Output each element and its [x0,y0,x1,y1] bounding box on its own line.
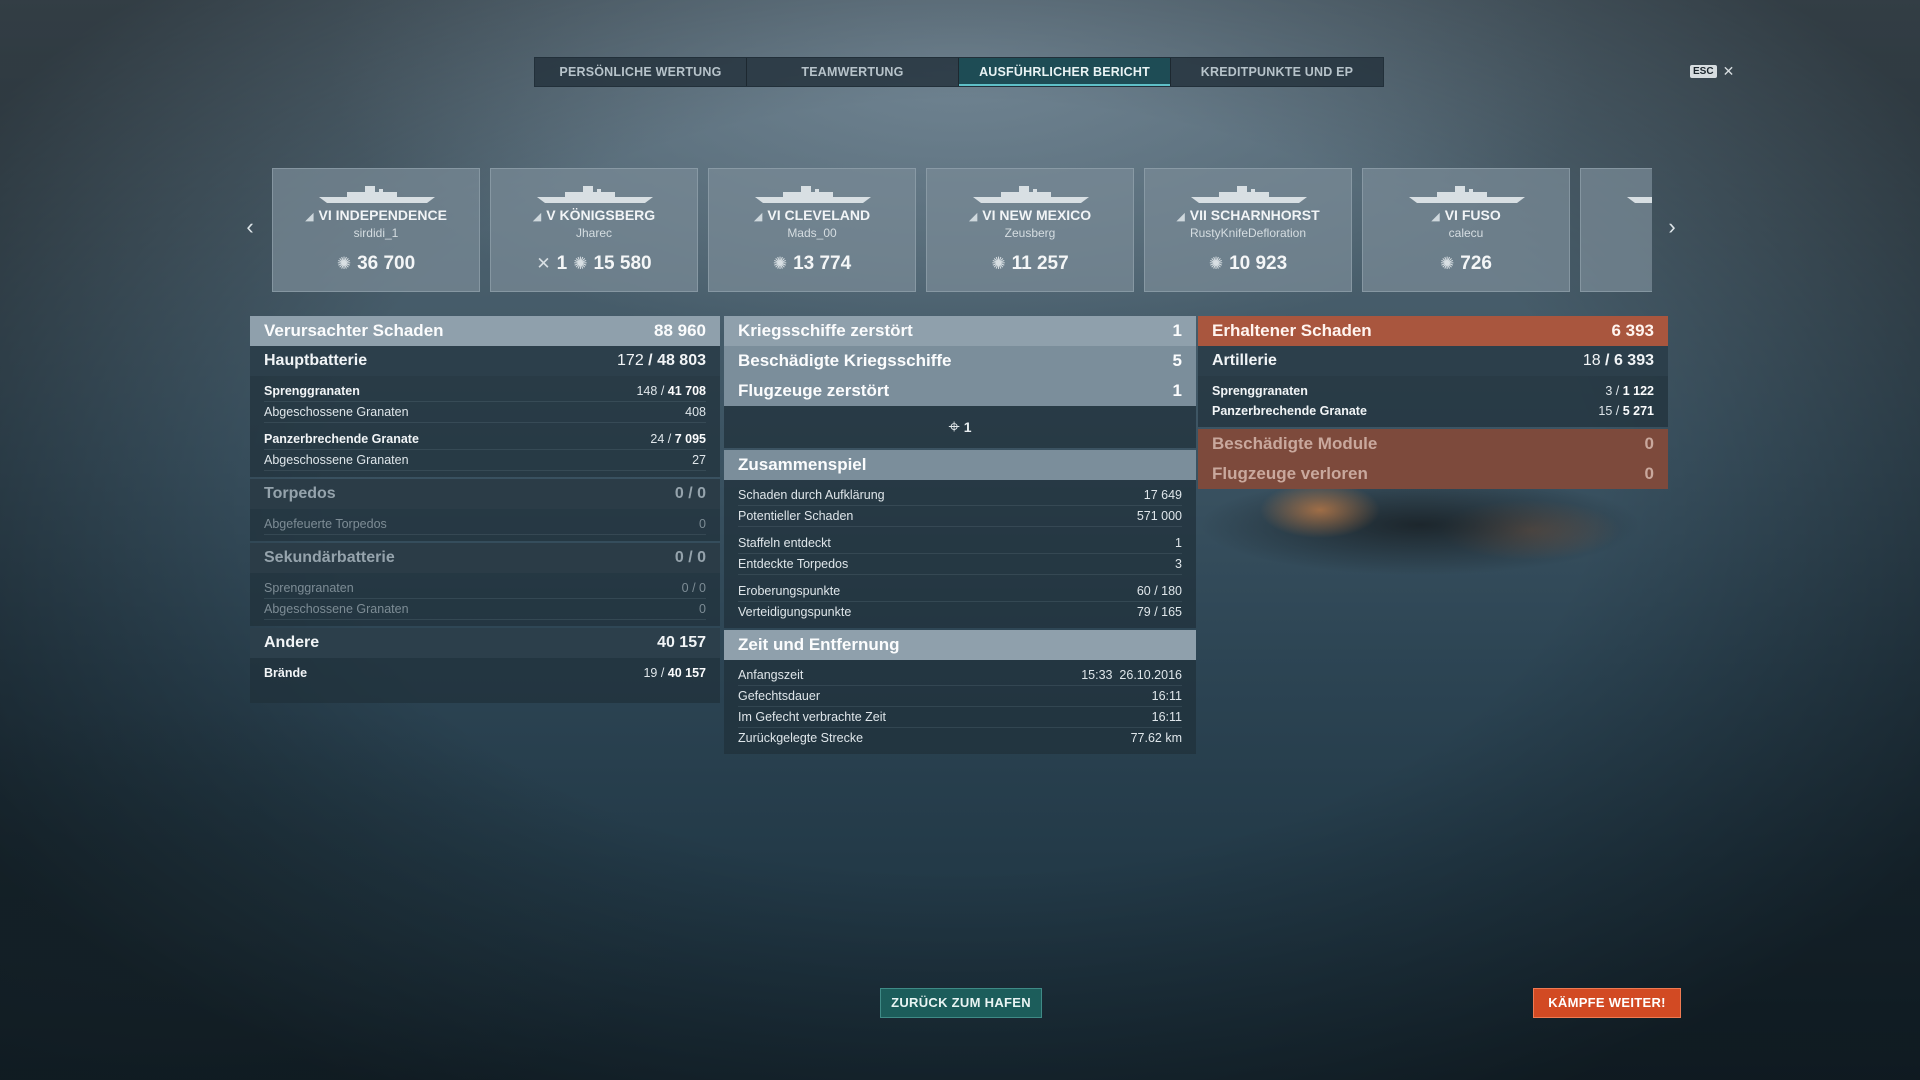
planes-destroyed-icons: ⌖ 1 [724,406,1196,448]
damage-dealt-panel: Verursachter Schaden 88 960 Hauptbatterie… [250,316,720,703]
secondary-battery-header: Sekundärbatterie 0 / 0 [250,543,720,573]
stat-row: Entdeckte Torpedos 3 [738,554,1182,575]
carrier-icon: ◢ [305,211,314,223]
battleship-icon: ◢ [1176,211,1185,223]
cruiser-icon: ◢ [532,211,542,223]
other-damage-details: Brände 19 / 40 157 [250,658,720,703]
damage-icon: ✺ [1440,254,1455,273]
ship-card[interactable]: ◢VI [1580,168,1652,292]
carousel-next-icon[interactable]: › [1662,214,1682,240]
ship-card[interactable]: ◢ V KÖNIGSBERG Jharec ✕ 1 ✺ 15 580 [490,168,698,292]
stat-row: Sprenggranaten 0 / 0 [264,578,706,599]
damage-dealt-header: Verursachter Schaden 88 960 [250,316,720,346]
stat-row: Sprenggranaten 148 / 41 708 [264,381,706,402]
stat-row: Abgeschossene Granaten 0 [264,599,706,620]
stat-row: Sprenggranaten 3 / 1 122 [1212,384,1654,398]
damage-received-panel: Erhaltener Schaden 6 393 Artillerie 18 / … [1198,316,1668,489]
battleship-icon: ◢ [1431,211,1440,223]
stat-row: Verteidigungspunkte 79 / 165 [738,605,1182,619]
ship-name: ◢ VI FUSO [1431,207,1501,223]
ship-stats: ✺ 726 [1440,253,1492,274]
ship-player-name: Zeusberg [1004,226,1056,240]
ship-player-name: Mads_00 [787,226,837,240]
damage-icon: ✺ [573,254,588,273]
esc-key-hint: ESC [1690,65,1717,78]
tab-personal-score[interactable]: PERSÖNLICHE WERTUNG [535,58,747,86]
ship-card[interactable]: ◢ VI INDEPENDENCE sirdidi_1 ✺ 36 700 [272,168,480,292]
ship-name: ◢ VII SCHARNHORST [1176,207,1320,223]
report-tabs: PERSÖNLICHE WERTUNG TEAMWERTUNG AUSFÜHRL… [534,57,1384,87]
ship-player-name: RustyKnifeDefloration [1189,226,1307,240]
ship-name: ◢VI [1581,207,1652,223]
ship-name: ◢ V KÖNIGSBERG [532,207,656,223]
stat-row: Eroberungspunkte 60 / 180 [738,581,1182,602]
ship-name: ◢ VI INDEPENDENCE [305,207,447,223]
ship-carousel: ◢ VI INDEPENDENCE sirdidi_1 ✺ 36 700 ◢ V KÖ… [272,168,1652,292]
damage-icon: ✺ [991,254,1006,273]
stat-row: Im Gefecht verbrachte Zeit 16:11 [738,707,1182,728]
secondary-battery-details: Sprenggranaten 0 / 0 Abgeschossene Granat… [250,573,720,626]
ship-card[interactable]: ◢ VI NEW MEXICO Zeusberg ✺ 11 257 [926,168,1134,292]
ship-stats: ✺ 36 700 [336,253,416,274]
teamplay-header: Zusammenspiel [724,450,1196,480]
ship-player-name: Jharec [575,226,613,240]
carousel-prev-icon[interactable]: ‹ [240,214,260,240]
planes-destroyed-row: Flugzeuge zerstört 1 [724,376,1196,406]
ship-stats: ✕ 1 ✺ 15 580 [536,253,652,274]
time-distance-header: Zeit und Entfernung [724,630,1196,660]
battle-again-button[interactable]: KÄMPFE WEITER! [1533,988,1681,1018]
torpedoes-header: Torpedos 0 / 0 [250,479,720,509]
ship-stats: ✺ 11 257 [991,253,1069,274]
artillery-details: Sprenggranaten 3 / 1 122 Panzerbrechende … [1198,376,1668,427]
ships-damaged-row: Beschädigte Kriegsschiffe 5 [724,346,1196,376]
ship-name: ◢ VI NEW MEXICO [968,207,1092,223]
stat-row: Staffeln entdeckt 1 [738,533,1182,554]
cruiser-icon: ◢ [753,211,763,223]
stat-row: Panzerbrechende Granate 24 / 7 095 [264,429,706,450]
tab-detailed-report[interactable]: AUSFÜHRLICHER BERICHT [959,58,1171,86]
ship-kill-icon: ✕ [536,254,551,273]
modules-damaged-row: Beschädigte Module 0 [1198,429,1668,459]
artillery-header: Artillerie 18 / 6 393 [1198,346,1668,376]
stat-row: Schaden durch Aufklärung 17 649 [738,485,1182,506]
planes-lost-row: Flugzeuge verloren 0 [1198,459,1668,489]
ship-card[interactable]: ◢ VI FUSO calecu ✺ 726 [1362,168,1570,292]
damage-icon: ✺ [1208,254,1224,273]
stat-row: Anfangszeit 15:33 26.10.2016 [738,665,1182,686]
stat-row: Zurückgelegte Strecke 77.62 km [738,731,1182,745]
battle-summary-panel: Kriegsschiffe zerstört 1 Beschädigte Krie… [724,316,1196,754]
main-battery-details: Sprenggranaten 148 / 41 708 Abgeschossene… [250,376,720,477]
ship-name: ◢ VI CLEVELAND [753,207,871,223]
ship-card[interactable]: ◢ VI CLEVELAND Mads_00 ✺ 13 774 [708,168,916,292]
tab-team-score[interactable]: TEAMWERTUNG [747,58,959,86]
stat-row: Abgeschossene Granaten 408 [264,402,706,423]
tab-credits-xp[interactable]: KREDITPUNKTE UND EP [1171,58,1383,86]
return-to-port-button[interactable]: ZURÜCK ZUM HAFEN [880,988,1042,1018]
torpedoes-details: Abgefeuerte Torpedos 0 [250,509,720,541]
stat-row: Abgeschossene Granaten 27 [264,450,706,471]
stat-row: Gefechtsdauer 16:11 [738,686,1182,707]
stat-row: Brände 19 / 40 157 [264,666,706,680]
stat-row: Potentieller Schaden 571 000 [738,506,1182,527]
ship-player-name: calecu [1448,226,1484,240]
damage-received-header: Erhaltener Schaden 6 393 [1198,316,1668,346]
damage-icon: ✺ [772,254,788,273]
stat-row: Abgefeuerte Torpedos 0 [264,514,706,535]
crosshair-icon: ⌖ [948,415,960,438]
ship-stats: ✺ 10 923 [1208,253,1288,274]
damage-icon: ✺ [336,254,352,273]
stat-row: Panzerbrechende Granate 15 / 5 271 [1212,404,1654,418]
close-control[interactable]: ESC ✕ [1690,63,1734,80]
ships-destroyed-row: Kriegsschiffe zerstört 1 [724,316,1196,346]
ship-card[interactable]: ◢ VII SCHARNHORST RustyKnifeDefloration ✺… [1144,168,1352,292]
close-icon[interactable]: ✕ [1723,63,1735,80]
main-battery-header: Hauptbatterie 172 / 48 803 [250,346,720,376]
battleship-icon: ◢ [968,211,978,223]
other-damage-header: Andere 40 157 [250,628,720,658]
ship-stats: ✺ 13 774 [772,253,852,274]
teamplay-details: Schaden durch Aufklärung 17 649 Potentiel… [724,480,1196,628]
time-distance-details: Anfangszeit 15:33 26.10.2016 Gefechtsdaue… [724,660,1196,754]
ship-player-name: sirdidi_1 [353,226,399,240]
